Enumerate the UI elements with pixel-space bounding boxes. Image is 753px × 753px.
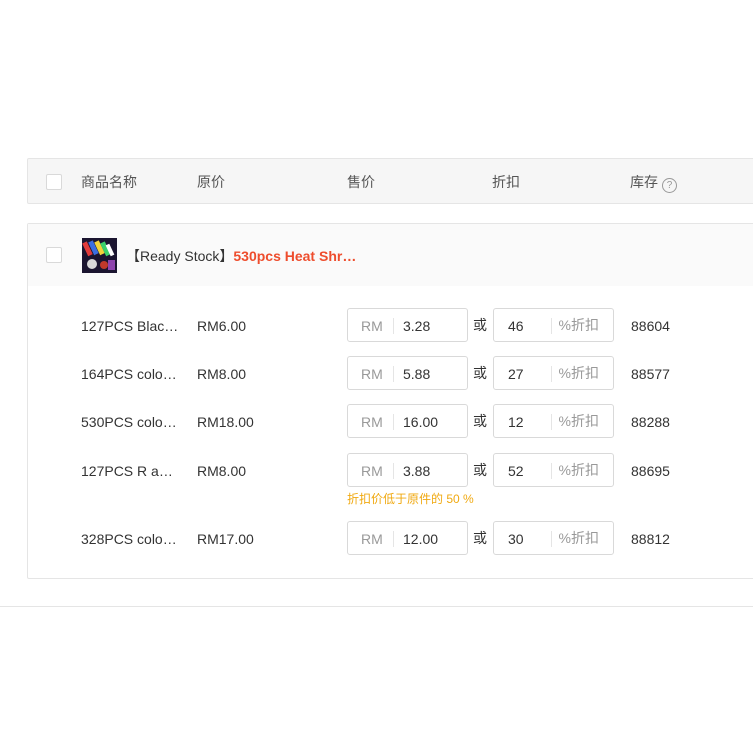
product-panel: 【Ready Stock】530pcs Heat Shr… 127PCS Bla… [27, 223, 753, 579]
product-checkbox[interactable] [46, 247, 62, 263]
select-all-checkbox[interactable] [46, 174, 62, 190]
currency-prefix: RM [361, 531, 383, 547]
sale-price-value: 5.88 [403, 366, 431, 382]
discount-input[interactable]: 46 %折扣 [493, 308, 614, 342]
discount-value: 30 [508, 531, 524, 547]
sale-price-value: 3.28 [403, 318, 431, 334]
table-row: 127PCS R a… RM8.00 RM 3.88 或 52 %折扣 8869… [28, 453, 753, 489]
divider [551, 531, 552, 547]
discount-value: 12 [508, 414, 524, 430]
header-discount: 折扣 [492, 174, 520, 190]
currency-prefix: RM [361, 463, 383, 479]
divider [393, 531, 394, 547]
currency-prefix: RM [361, 318, 383, 334]
divider [393, 366, 394, 382]
table-header: 商品名称 原价 售价 折扣 库存? [27, 158, 753, 204]
discount-suffix: %折扣 [558, 462, 599, 478]
variant-stock: 88812 [631, 531, 670, 547]
product-tag: 【Ready Stock】 [126, 248, 234, 264]
discount-suffix: %折扣 [558, 365, 599, 381]
sale-price-input[interactable]: RM 5.88 [347, 356, 468, 390]
discount-input[interactable]: 30 %折扣 [493, 521, 614, 555]
table-row: 164PCS colo… RM8.00 RM 5.88 或 27 %折扣 885… [28, 356, 753, 392]
header-stock: 库存? [630, 174, 677, 193]
variant-name: 127PCS R a… [81, 463, 173, 479]
divider [551, 463, 552, 479]
help-icon[interactable]: ? [662, 178, 677, 193]
header-product-name: 商品名称 [81, 174, 137, 190]
header-stock-label: 库存 [630, 174, 658, 190]
or-label: 或 [473, 462, 487, 478]
discount-value: 27 [508, 366, 524, 382]
variant-name: 328PCS colo… [81, 531, 177, 547]
discount-suffix: %折扣 [558, 317, 599, 333]
variant-name: 127PCS Blac… [81, 318, 179, 334]
product-title: 【Ready Stock】530pcs Heat Shr… [126, 248, 356, 264]
product-header: 【Ready Stock】530pcs Heat Shr… [28, 224, 753, 286]
variant-original-price: RM8.00 [197, 366, 247, 382]
sale-price-value: 16.00 [403, 414, 439, 430]
section-divider [0, 606, 753, 607]
divider [551, 366, 552, 382]
sale-price-input[interactable]: RM 3.88 [347, 453, 468, 487]
discount-suffix: %折扣 [558, 413, 599, 429]
divider [551, 318, 552, 334]
discount-input[interactable]: 27 %折扣 [493, 356, 614, 390]
table-row: 530PCS colo… RM18.00 RM 16.00 或 12 %折扣 8… [28, 404, 753, 440]
variant-stock: 88695 [631, 463, 670, 479]
sale-price-input[interactable]: RM 3.28 [347, 308, 468, 342]
product-thumbnail [82, 238, 117, 273]
divider [551, 414, 552, 430]
product-name[interactable]: 530pcs Heat Shr… [233, 248, 356, 264]
discount-input[interactable]: 12 %折扣 [493, 404, 614, 438]
discount-input[interactable]: 52 %折扣 [493, 453, 614, 487]
variant-stock: 88604 [631, 318, 670, 334]
divider [393, 318, 394, 334]
discount-value: 52 [508, 463, 524, 479]
product-image-icon [82, 238, 117, 273]
discount-value: 46 [508, 318, 524, 334]
or-label: 或 [473, 317, 487, 333]
currency-prefix: RM [361, 414, 383, 430]
divider [393, 414, 394, 430]
header-sale-price: 售价 [347, 174, 375, 190]
or-label: 或 [473, 530, 487, 546]
variant-stock: 88577 [631, 366, 670, 382]
divider [393, 463, 394, 479]
table-row: 328PCS colo… RM17.00 RM 12.00 或 30 %折扣 8… [28, 521, 753, 557]
variant-name: 164PCS colo… [81, 366, 177, 382]
currency-prefix: RM [361, 366, 383, 382]
sale-price-input[interactable]: RM 12.00 [347, 521, 468, 555]
variant-original-price: RM18.00 [197, 414, 254, 430]
or-label: 或 [473, 365, 487, 381]
header-original-price: 原价 [197, 174, 225, 190]
discount-warning: 折扣价低于原件的 50 % [347, 492, 474, 506]
or-label: 或 [473, 413, 487, 429]
variant-original-price: RM17.00 [197, 531, 254, 547]
discount-suffix: %折扣 [558, 530, 599, 546]
variant-original-price: RM8.00 [197, 463, 247, 479]
variant-stock: 88288 [631, 414, 670, 430]
sale-price-value: 3.88 [403, 463, 431, 479]
sale-price-input[interactable]: RM 16.00 [347, 404, 468, 438]
sale-price-value: 12.00 [403, 531, 439, 547]
table-row: 127PCS Blac… RM6.00 RM 3.28 或 46 %折扣 886… [28, 308, 753, 344]
variant-name: 530PCS colo… [81, 414, 177, 430]
variant-original-price: RM6.00 [197, 318, 247, 334]
